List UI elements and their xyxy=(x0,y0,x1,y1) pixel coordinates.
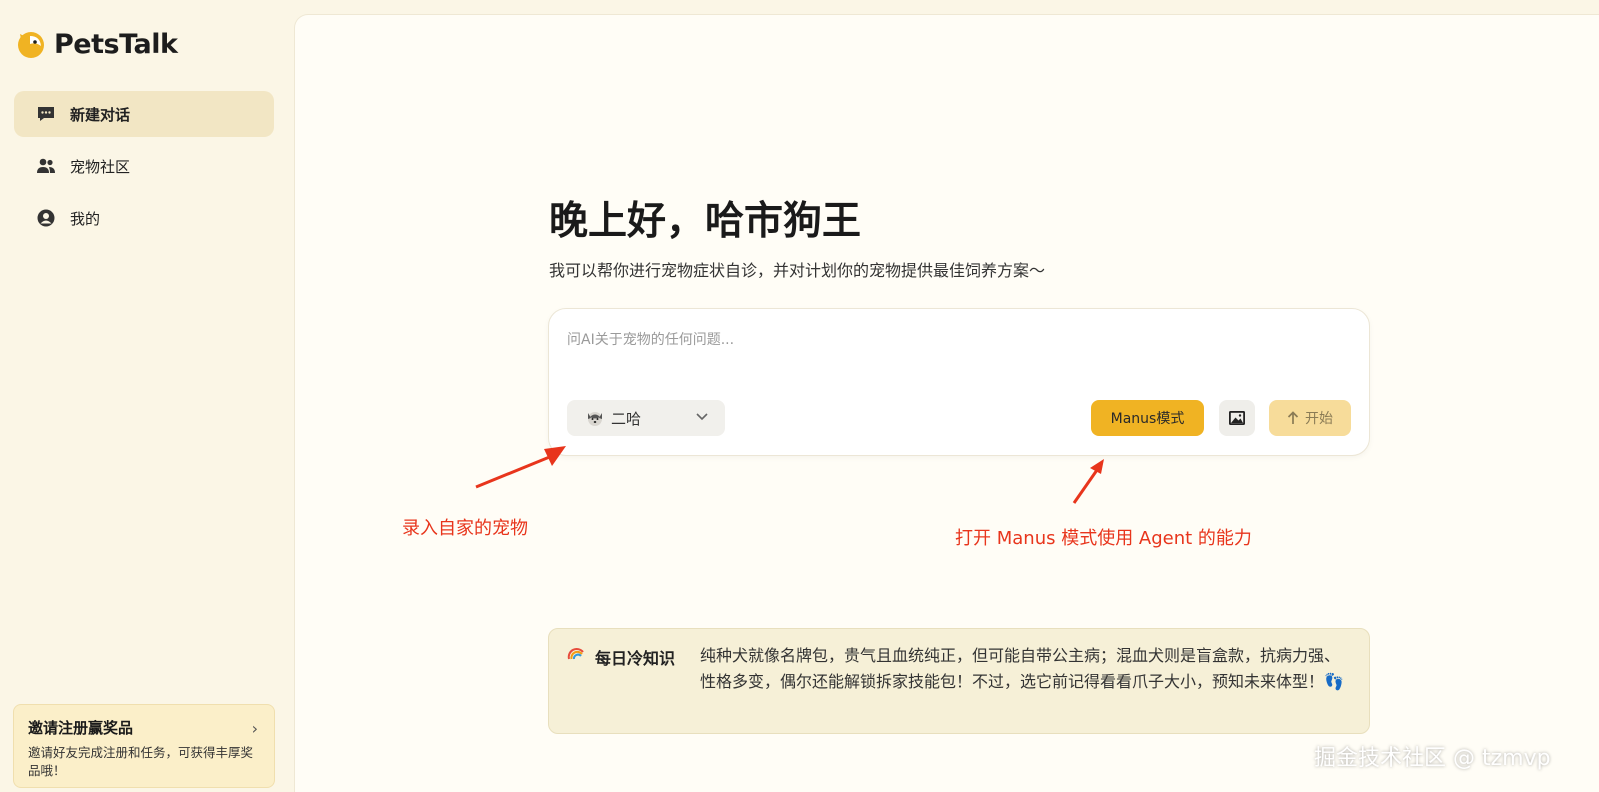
image-icon xyxy=(1229,411,1245,425)
chat-input[interactable] xyxy=(567,329,1347,389)
annotation-right-text: 打开 Manus 模式使用 Agent 的能力 xyxy=(955,528,1252,549)
chat-input-card: 二哈 Manus模式 开始 xyxy=(548,308,1370,456)
app-logo[interactable]: PetsTalk xyxy=(14,28,178,60)
chevron-down-icon xyxy=(696,413,708,421)
invite-title: 邀请注册赢奖品 xyxy=(28,719,134,737)
husky-avatar-icon xyxy=(588,412,602,426)
pet-logo-icon xyxy=(18,32,44,58)
sidebar-item-label: 宠物社区 xyxy=(70,157,131,176)
sidebar-item-profile[interactable]: 我的 xyxy=(14,195,274,241)
chevron-right-icon: › xyxy=(251,719,258,738)
pet-select-dropdown[interactable]: 二哈 xyxy=(567,400,725,436)
arrow-up-icon xyxy=(1287,411,1299,424)
daily-fact-text: 纯种犬就像名牌包，贵气且血统纯正，但可能自带公主病；混血犬则是盲盒款，抗病力强、… xyxy=(700,646,1344,691)
start-button-label: 开始 xyxy=(1305,411,1333,427)
manus-mode-button[interactable]: Manus模式 xyxy=(1091,400,1204,436)
invite-description: 邀请好友完成注册和任务，可获得丰厚奖品哦！ xyxy=(28,745,254,778)
daily-fact-label: 每日冷知识 xyxy=(595,649,676,668)
user-circle-icon xyxy=(37,209,55,227)
upload-image-button[interactable] xyxy=(1219,400,1255,436)
sidebar-item-label: 我的 xyxy=(70,209,101,228)
sidebar-item-label: 新建对话 xyxy=(70,105,131,124)
users-icon xyxy=(37,158,55,173)
start-button[interactable]: 开始 xyxy=(1269,400,1351,436)
sidebar-item-community[interactable]: 宠物社区 xyxy=(14,143,274,189)
sidebar-item-new-chat[interactable]: 新建对话 xyxy=(14,91,274,137)
invite-banner[interactable]: 邀请注册赢奖品 › 邀请好友完成注册和任务，可获得丰厚奖品哦！ xyxy=(13,704,275,788)
pet-select-value: 二哈 xyxy=(611,409,642,428)
annotation-left-text: 录入自家的宠物 xyxy=(402,518,528,539)
daily-fact-card: 每日冷知识 纯种犬就像名牌包，贵气且血统纯正，但可能自带公主病；混血犬则是盲盒款… xyxy=(548,628,1370,734)
sidebar: PetsTalk 新建对话 宠物社区 我的 邀请注册赢奖品 › 邀请好友完成注册… xyxy=(0,0,292,792)
watermark: 掘金技术社区 @ tzmvp xyxy=(1314,746,1551,771)
app-name: PetsTalk xyxy=(54,28,178,60)
greeting-title: 晚上好，哈市狗王 xyxy=(549,199,862,244)
greeting-subtitle: 我可以帮你进行宠物症状自诊，并对计划你的宠物提供最佳饲养方案～ xyxy=(549,261,1046,280)
rainbow-icon xyxy=(567,648,584,660)
chat-bubble-icon xyxy=(38,107,54,121)
